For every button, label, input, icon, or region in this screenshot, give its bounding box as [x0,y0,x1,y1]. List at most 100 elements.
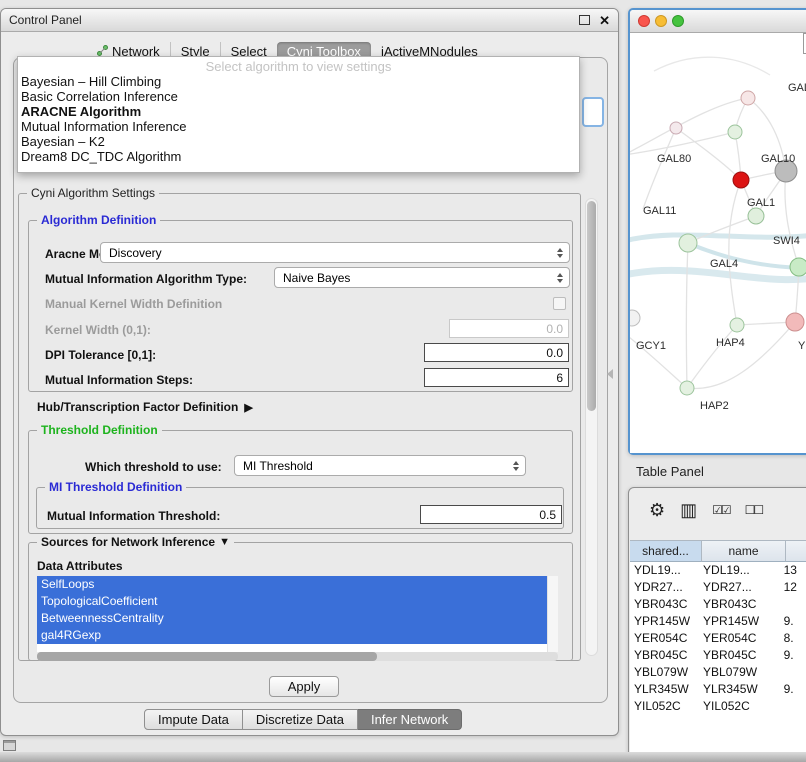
network-node[interactable] [730,318,744,332]
algorithm-dropdown-popup: Select algorithm to view settings Bayesi… [17,56,580,173]
table-panel-window: ⚙ ▥ ☑☑ ☐☐ shared... name YDL19...YDL19..… [628,487,806,762]
window-title: Control Panel [9,13,82,27]
control-panel-window: Control Panel ✕ Network Style Select Cyn… [0,8,619,736]
combobox-value: MI Threshold [243,459,313,473]
bottom-edge-bar [0,752,806,762]
table-toolbar: ⚙ ▥ ☑☑ ☐☐ [629,489,806,531]
mi-threshold-field[interactable]: 0.5 [420,505,562,524]
manual-kernel-width-checkbox[interactable] [553,297,566,310]
hub-definition-label: Hub/Transcription Factor Definition [37,400,238,414]
data-attributes-list: SelfLoops TopologicalCoefficient Between… [37,576,547,652]
scrollbar-thumb[interactable] [37,652,377,661]
bottom-tab-bar: Impute Data Discretize Data Infer Networ… [144,709,462,730]
select-all-columns-icon[interactable]: ☑☑ [712,504,730,516]
which-threshold-label: Which threshold to use: [85,460,222,474]
hub-definition-expander[interactable]: Hub/Transcription Factor Definition ▶ [37,400,253,414]
dropdown-item[interactable]: Dream8 DC_TDC Algorithm [18,149,579,164]
column-header-shared-name[interactable]: shared... [630,540,702,562]
collapse-down-icon: ▼ [219,536,230,548]
gear-icon[interactable]: ⚙ [649,501,665,519]
network-node[interactable] [733,172,749,188]
network-node[interactable] [786,313,804,331]
network-node[interactable] [790,258,806,276]
list-item[interactable]: BetweennessCentrality [37,610,547,627]
network-node[interactable] [679,234,697,252]
dropdown-item[interactable]: Mutual Information Inference [18,119,579,134]
apply-button[interactable]: Apply [269,676,339,697]
mi-algorithm-type-label: Mutual Information Algorithm Type: [45,272,247,286]
column-header-cut[interactable] [786,540,806,562]
table-row[interactable]: YDL19...YDL19...13 [630,562,806,579]
minimize-traffic-light-icon[interactable] [655,15,667,27]
dropdown-item[interactable]: Bayesian – Hill Climbing [18,74,579,89]
kernel-width-field[interactable]: 0.0 [449,319,569,338]
mi-algorithm-type-combobox[interactable]: Naive Bayes [274,267,570,288]
columns-icon[interactable]: ▥ [680,501,697,519]
group-title-row: Sources for Network Inference ▼ [37,535,234,549]
attributes-vertical-scrollbar[interactable] [547,576,558,652]
sources-title[interactable]: Sources for Network Inference [41,535,215,549]
mi-steps-field[interactable]: 6 [424,368,569,387]
close-traffic-light-icon[interactable] [638,15,650,27]
tab-infer-network[interactable]: Infer Network [358,709,462,730]
mi-steps-label: Mutual Information Steps: [45,373,193,387]
node-label: Y [798,340,806,352]
settings-vertical-scrollbar[interactable] [585,198,598,656]
table-row[interactable]: YIL052CYIL052C [630,698,806,715]
group-title: Cyni Algorithm Settings [27,186,159,200]
network-node[interactable] [670,122,682,134]
manual-kernel-width-label: Manual Kernel Width Definition [45,297,222,311]
node-label: GAL80 [657,153,691,165]
list-item[interactable]: TopologicalCoefficient [37,593,547,610]
node-label: GAL [788,82,806,94]
dropdown-item[interactable]: Bayesian – K2 [18,134,579,149]
network-node[interactable] [728,125,742,139]
float-window-icon[interactable] [579,15,590,25]
combobox-stepper-icon [509,456,522,475]
tab-discretize-data[interactable]: Discretize Data [243,709,358,730]
table-row[interactable]: YER054CYER054C8. [630,630,806,647]
network-graph[interactable]: GAL80GAL10GALGAL11GAL1SWI4GAL4GCY1HAP4HA… [630,33,806,453]
which-threshold-combobox[interactable]: MI Threshold [234,455,526,476]
scrollbar-thumb[interactable] [587,201,596,411]
table-row[interactable]: YBR043CYBR043C [630,596,806,613]
table-row[interactable]: YBL079WYBL079W [630,664,806,681]
aracne-mode-combobox[interactable]: Discovery [100,242,570,263]
group-title: Algorithm Definition [37,213,160,227]
tab-impute-data[interactable]: Impute Data [144,709,243,730]
dropdown-item[interactable]: Basic Correlation Inference [18,89,579,104]
table-row[interactable]: YPR145WYPR145W9. [630,613,806,630]
desktop: Control Panel ✕ Network Style Select Cyn… [0,0,806,762]
network-node[interactable] [748,208,764,224]
table-row[interactable]: YBR045CYBR045C9. [630,647,806,664]
zoom-traffic-light-icon[interactable] [672,15,684,27]
combobox-stepper-icon [553,268,566,287]
node-label: GAL4 [710,258,738,270]
combobox-value: Discovery [109,246,162,260]
node-label: SWI4 [773,235,800,247]
table-row[interactable]: YDR27...YDR27...12 [630,579,806,596]
dpi-tolerance-field[interactable]: 0.0 [424,343,569,362]
table-body: YDL19...YDL19...13 YDR27...YDR27...12 YB… [630,562,806,761]
node-label: GAL1 [747,197,775,209]
attributes-horizontal-scrollbar[interactable] [37,652,558,661]
column-header-name[interactable]: name [702,540,786,562]
minimized-panel-icon[interactable] [3,740,16,751]
table-row[interactable]: YLR345WYLR345W9. [630,681,806,698]
network-canvas[interactable]: GAL80GAL10GALGAL11GAL1SWI4GAL4GCY1HAP4HA… [630,33,806,453]
panel-collapse-handle[interactable] [607,369,613,379]
kernel-width-label: Kernel Width (0,1): [45,323,151,337]
mi-threshold-label: Mutual Information Threshold: [47,509,220,523]
algorithm-combobox-fragment[interactable] [582,97,604,127]
node-label: HAP4 [716,337,745,349]
close-icon[interactable]: ✕ [599,14,610,27]
list-item[interactable]: gal4RGexp [37,627,547,644]
network-node[interactable] [741,91,755,105]
deselect-all-columns-icon[interactable]: ☐☐ [745,504,763,516]
dropdown-item-selected[interactable]: ARACNE Algorithm [18,104,579,119]
network-node[interactable] [630,310,640,326]
network-node[interactable] [680,381,694,395]
list-item[interactable]: SelfLoops [37,576,547,593]
table-panel-title: Table Panel [636,464,704,479]
dropdown-placeholder: Select algorithm to view settings [18,59,579,74]
